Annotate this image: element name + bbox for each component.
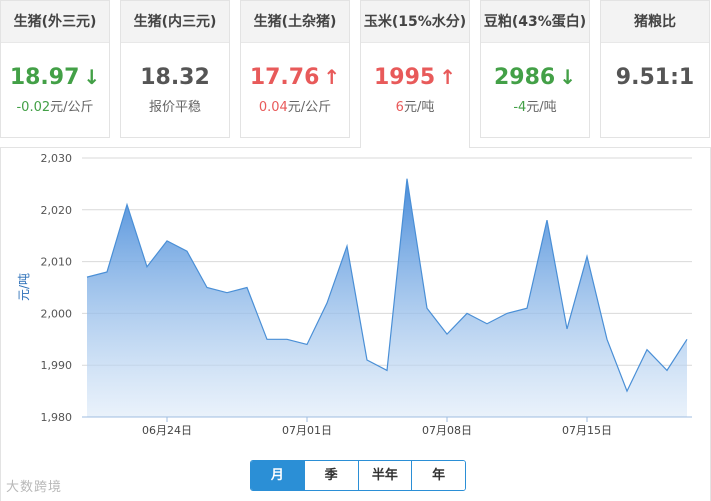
y-tick-label: 1,990 <box>41 359 73 372</box>
y-tick-label: 2,030 <box>41 152 73 165</box>
change-unit: 报价平稳 <box>148 100 201 115</box>
price-chart: 1,980 1,990 2,000 2,010 2,020 2,030 元/吨 06月24日 0… <box>17 152 692 437</box>
price-value: 9.51:1 <box>615 65 695 90</box>
down-arrow-icon: ↓ <box>559 65 576 89</box>
range-tab-1[interactable]: 月 <box>251 461 305 490</box>
up-arrow-icon: ↑ <box>439 65 456 89</box>
price-value: 18.97 <box>9 65 80 90</box>
tab-value: 2986 ↓ <box>481 65 589 90</box>
up-arrow-icon: ↑ <box>323 65 341 89</box>
x-tick-label: 06月24日 <box>142 424 192 437</box>
price-tab-4[interactable]: 玉米(15%水分) 1995 ↑ 6元/吨 <box>360 0 470 148</box>
down-arrow-icon: ↓ <box>83 65 101 89</box>
y-tick-label: 1,980 <box>41 411 73 424</box>
y-axis-label: 元/吨 <box>17 273 31 301</box>
tab-change: 6元/吨 <box>361 96 469 115</box>
change-value: -4 <box>513 100 527 115</box>
tab-change: 0.04元/公斤 <box>241 96 349 115</box>
change-unit: 元/吨 <box>526 100 557 115</box>
price-value: 1995 <box>374 65 436 90</box>
x-tick-label: 07月01日 <box>282 424 332 437</box>
x-tick-label: 07月08日 <box>422 424 472 437</box>
change-value: 6 <box>395 100 404 115</box>
range-tab-4[interactable]: 年 <box>412 461 465 490</box>
price-tab-6[interactable]: 猪粮比 9.51:1 <box>600 0 710 138</box>
change-value: 0.04 <box>258 100 288 115</box>
tab-title: 豆粕(43%蛋白) <box>481 1 589 43</box>
y-tick-label: 2,020 <box>41 204 73 217</box>
range-tab-2[interactable]: 季 <box>304 461 359 490</box>
tab-value: 9.51:1 <box>601 65 709 90</box>
tab-title: 猪粮比 <box>601 1 709 43</box>
tab-change: -0.02元/公斤 <box>1 96 109 115</box>
tab-title: 生猪(内三元) <box>121 1 229 43</box>
y-tick-label: 2,010 <box>41 256 73 269</box>
tab-change: 报价平稳 <box>121 96 229 115</box>
tab-value: 18.32 <box>121 65 229 90</box>
range-tab-group: 月季半年年 <box>250 460 466 491</box>
range-tab-3[interactable]: 半年 <box>358 461 413 490</box>
change-unit: 元/公斤 <box>50 100 94 115</box>
tab-value: 18.97 ↓ <box>1 65 109 90</box>
price-tabs: 生猪(外三元) 18.97 ↓ -0.02元/公斤 生猪(内三元) 18.32 报价平稳 生猪… <box>0 0 711 148</box>
tab-value: 17.76 ↑ <box>241 65 349 90</box>
tab-value: 1995 ↑ <box>361 65 469 90</box>
price-tab-2[interactable]: 生猪(内三元) 18.32 报价平稳 <box>120 0 230 138</box>
price-value: 18.32 <box>140 65 210 90</box>
price-value: 2986 <box>494 65 556 90</box>
price-tab-3[interactable]: 生猪(土杂猪) 17.76 ↑ 0.04元/公斤 <box>240 0 350 138</box>
watermark: 大数跨境 <box>6 480 63 495</box>
change-unit: 元/公斤 <box>287 100 332 115</box>
tab-title: 玉米(15%水分) <box>361 1 469 43</box>
tab-change: -4元/吨 <box>481 96 589 115</box>
y-tick-label: 2,000 <box>41 307 73 320</box>
tab-title: 生猪(土杂猪) <box>241 1 349 43</box>
price-tab-1[interactable]: 生猪(外三元) 18.97 ↓ -0.02元/公斤 <box>0 0 110 138</box>
change-value: -0.02 <box>16 100 51 115</box>
tab-title: 生猪(外三元) <box>1 1 109 43</box>
price-tab-5[interactable]: 豆粕(43%蛋白) 2986 ↓ -4元/吨 <box>480 0 590 138</box>
price-value: 17.76 <box>249 65 320 90</box>
x-tick-label: 07月15日 <box>562 424 612 437</box>
change-unit: 元/吨 <box>403 100 435 115</box>
